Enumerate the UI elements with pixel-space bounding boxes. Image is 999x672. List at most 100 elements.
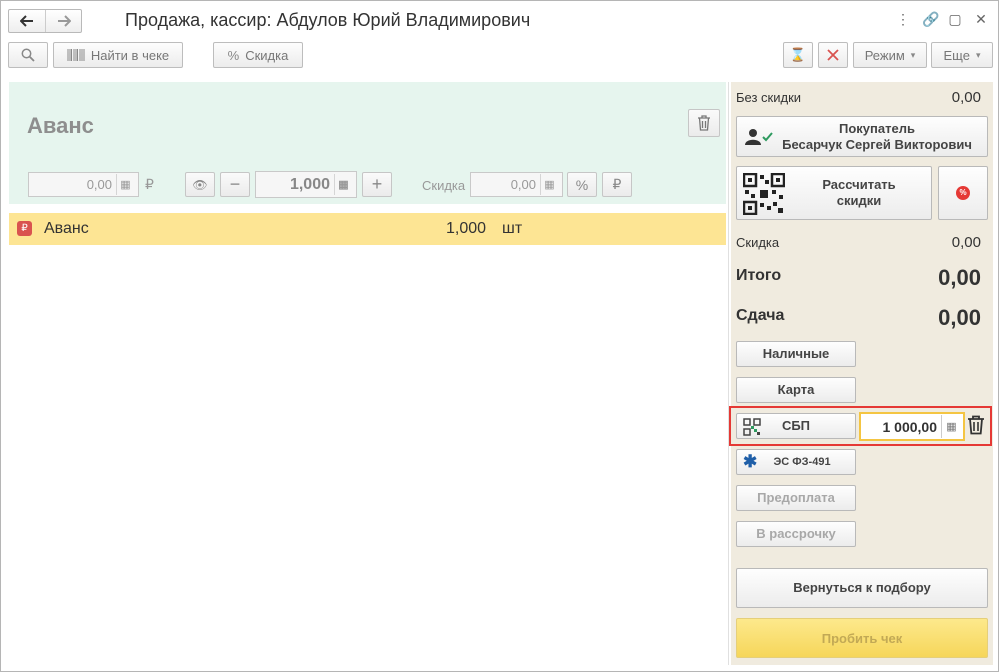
cross-icon [827,49,839,61]
minus-icon: − [229,174,241,194]
more-icon[interactable]: ⋮ [896,12,910,26]
window-controls: ⋮ 🔗 ▢ ✕ [896,12,988,26]
discount-field[interactable]: 0,00 ▦ [470,172,563,197]
table-row[interactable]: ₽ Аванс 1,000 шт [9,213,726,245]
prepayment-button[interactable]: Предоплата [736,485,856,511]
plus-icon: + [371,174,383,194]
quantity-value: 1,000 [289,175,330,193]
return-to-selection-label: Вернуться к подбору [793,580,931,595]
price-field[interactable]: 0,00 ▦ [28,172,139,197]
discount-label: Скидка [422,178,466,193]
search-button[interactable] [8,42,48,68]
find-in-receipt-button[interactable]: Найти в чеке [53,42,183,68]
cash-button[interactable]: Наличные [736,341,856,367]
percent-discount-button[interactable]: % [567,172,597,197]
calc-discounts-button[interactable]: Рассчитать скидки [736,166,932,220]
arrow-left-icon [20,15,33,27]
eye-icon: 👁 [192,177,208,192]
more-dropdown[interactable]: Еще ▾ [931,42,993,68]
arrow-right-icon [57,15,71,27]
find-in-receipt-label: Найти в чеке [90,47,170,63]
sbp-label: СБП [781,418,811,433]
buyer-button[interactable]: Покупатель Бесарчук Сергей Викторович [736,116,988,157]
close-icon[interactable]: ✕ [974,12,988,26]
qr-code-icon [742,172,786,219]
restore-icon[interactable]: ▢ [948,12,962,26]
sbp-button[interactable]: СБП [736,413,856,439]
total-label: Итого [736,267,782,284]
sbp-qr-icon [743,418,761,440]
delete-payment-button[interactable] [967,415,985,440]
increase-quantity-button[interactable]: + [362,172,392,197]
forward-button[interactable] [45,10,81,32]
trash-icon [698,115,710,131]
item-qty: 1,000 [446,220,487,237]
discount-info-button[interactable]: % [938,166,988,220]
calc-discounts-line2: скидки [836,193,882,208]
barcode-icon [67,49,85,61]
calculator-icon[interactable]: ▦ [334,174,352,195]
discount-label: Скидка [245,47,289,63]
quantity-field[interactable]: 1,000 ▦ [255,171,357,198]
percent-icon: % [575,176,589,193]
user-check-icon [745,128,773,150]
no-discount-value: 0,00 [951,89,981,106]
print-receipt-label: Пробить чек [821,630,903,646]
calculator-icon[interactable]: ▦ [116,174,134,195]
currency-symbol: ₽ [145,176,154,192]
link-icon[interactable]: 🔗 [922,12,939,26]
discount-summary-value: 0,00 [951,234,981,251]
percent-badge-icon: % [956,186,970,200]
card-button[interactable]: Карта [736,377,856,403]
hourglass-icon: ⌛ [789,47,807,62]
panel-divider [728,82,729,665]
price-value: 0,00 [86,177,112,192]
total-value: 0,00 [938,265,981,290]
sbp-amount-field[interactable]: 1 000,00 ▦ [859,412,965,441]
item-editor-panel: Аванс 0,00 ▦ ₽ 👁 − 1,000 ▦ + Скидка 0,00… [9,82,726,204]
back-button[interactable] [9,10,45,32]
calculator-icon[interactable]: ▦ [540,174,558,195]
percent-icon: % [227,47,240,63]
item-name: Аванс [44,220,89,237]
hourglass-button[interactable]: ⌛ [783,42,813,68]
decrease-quantity-button[interactable]: − [220,172,250,197]
chevron-down-icon: ▾ [910,49,916,60]
prepayment-label: Предоплата [757,490,835,505]
discount-summary-label: Скидка [736,235,780,250]
mode-dropdown[interactable]: Режим ▾ [853,42,927,68]
es-snowflake-icon: ✱ [743,452,758,471]
mode-label: Режим [864,47,905,63]
discount-button[interactable]: % Скидка [213,42,303,68]
print-receipt-button[interactable]: Пробить чек [736,618,988,658]
chevron-down-icon: ▾ [975,49,981,60]
ruble-icon: ₽ [612,176,622,192]
es-fz491-button[interactable]: ✱ ЭС ФЗ-491 [736,449,856,475]
window-title: Продажа, кассир: Абдулов Юрий Владимиров… [125,10,531,30]
no-discount-label: Без скидки [736,90,802,105]
advance-icon: ₽ [17,221,32,236]
cancel-receipt-button[interactable] [818,42,848,68]
search-icon [21,48,35,62]
cash-label: Наличные [762,346,830,361]
delete-item-button[interactable] [688,109,720,137]
view-button[interactable]: 👁 [185,172,215,197]
es-fz491-label: ЭС ФЗ-491 [773,456,831,468]
calc-discounts-line1: Рассчитать [822,177,896,192]
change-label: Сдача [736,307,785,324]
installment-label: В рассрочку [756,526,836,541]
nav-group [8,9,82,33]
installment-button[interactable]: В рассрочку [736,521,856,547]
sbp-amount-value: 1 000,00 [882,418,938,435]
sale-window: Продажа, кассир: Абдулов Юрий Владимиров… [0,0,999,672]
ruble-discount-button[interactable]: ₽ [602,172,632,197]
calculator-icon[interactable]: ▦ [941,415,961,438]
return-to-selection-button[interactable]: Вернуться к подбору [736,568,988,608]
buyer-label: Покупатель [839,120,915,136]
card-label: Карта [777,382,815,397]
change-value: 0,00 [938,305,981,330]
buyer-name: Бесарчук Сергей Викторович [782,136,972,152]
trash-icon [968,415,984,435]
more-label: Еще [943,47,970,63]
discount-value: 0,00 [510,177,536,192]
